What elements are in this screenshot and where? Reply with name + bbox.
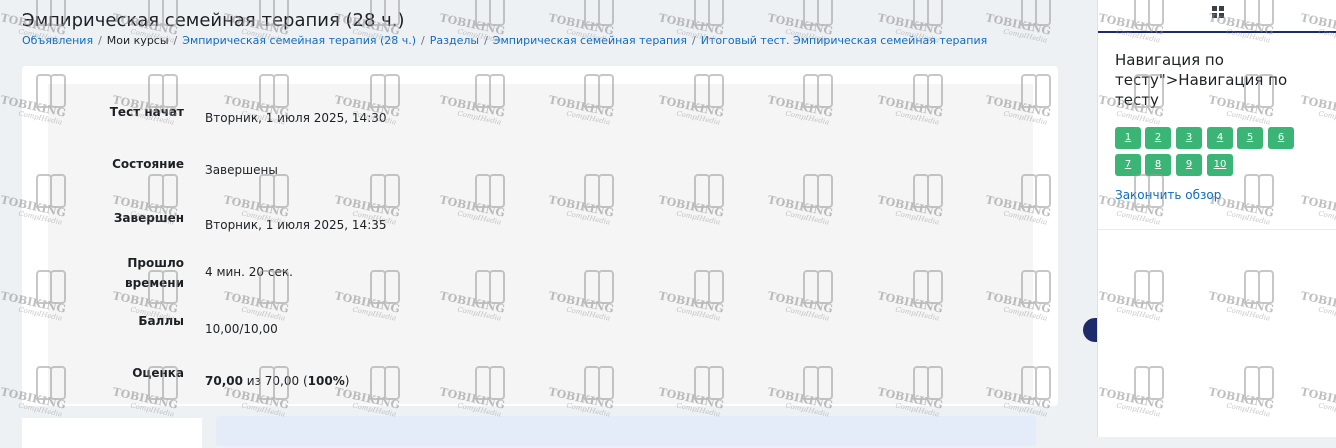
- quiz-navigation-title: Навигация по тесту">Навигация по тесту: [1115, 51, 1288, 109]
- question-button-4[interactable]: 4: [1207, 127, 1233, 149]
- quiz-navigation-drawer: Навигация по тесту">Навигация по тесту 1…: [1097, 0, 1336, 437]
- grade-percent: 100%: [307, 374, 345, 388]
- lower-left-panel: [22, 418, 202, 448]
- breadcrumb-item-sections[interactable]: Разделы: [430, 34, 479, 47]
- breadcrumb-separator: /: [173, 34, 178, 47]
- watermark-brand: TOBIKING: [984, 11, 1053, 38]
- question-button-10[interactable]: 10: [1207, 154, 1233, 176]
- question-button-6[interactable]: 6: [1268, 127, 1294, 149]
- grade-value: 70,00 из 70,00 (100%): [205, 369, 349, 393]
- breadcrumb-item-announcements[interactable]: Объявления: [22, 34, 93, 47]
- drawer-header: [1098, 0, 1336, 33]
- question-button-1[interactable]: 1: [1115, 127, 1141, 149]
- summary-row-started: Тест начат Вторник, 1 июля 2025, 14:30: [48, 100, 1033, 152]
- grade-of: из 70,00 (: [242, 374, 308, 388]
- summary-row-state: Состояние Завершены: [48, 152, 1033, 204]
- grade-label: Оценка: [132, 366, 184, 380]
- breadcrumb-separator: /: [692, 34, 696, 47]
- marks-label: Баллы: [138, 314, 184, 328]
- page-title: Эмпирическая семейная терапия (28 ч.): [22, 10, 405, 31]
- watermark-tile: TOBIKING CompIHedia: [984, 0, 1052, 45]
- completed-label: Завершен: [113, 211, 184, 225]
- question-button-7[interactable]: 7: [1115, 154, 1141, 176]
- time-taken-value: 4 мин. 20 сек.: [205, 265, 293, 279]
- summary-row-marks: Баллы 10,00/10,00: [48, 312, 1033, 364]
- breadcrumb-item-my-courses: Мои курсы: [106, 34, 169, 47]
- watermark-cups-icon: [692, 0, 724, 26]
- question-button-5[interactable]: 5: [1237, 127, 1263, 149]
- breadcrumb-separator: /: [98, 34, 102, 47]
- breadcrumb: Объявления / Мои курсы / Эмпирическая семейн…: [22, 34, 987, 47]
- blocks-grid-icon[interactable]: [1212, 6, 1224, 18]
- finish-review-link[interactable]: Закончить обзор: [1115, 188, 1221, 202]
- watermark-tile: TOBIKING CompIHedia: [766, 0, 834, 45]
- watermark-cups-icon: [911, 0, 943, 26]
- summary-row-completed: Завершен Вторник, 1 июля 2025, 14:35: [48, 204, 1033, 256]
- drawer-divider: [1098, 229, 1336, 230]
- breadcrumb-item-quiz[interactable]: Итоговый тест. Эмпирическая семейная тер…: [701, 34, 988, 47]
- marks-value: 10,00/10,00: [205, 322, 278, 336]
- breadcrumb-item-course[interactable]: Эмпирическая семейная терапия (28 ч.): [182, 34, 416, 47]
- watermark-cups-icon: [473, 0, 505, 26]
- watermark-tile: TOBIKING CompIHedia: [657, 0, 725, 45]
- grade-score: 70,00: [205, 374, 243, 388]
- attempt-summary-table: Тест начат Вторник, 1 июля 2025, 14:30 С…: [48, 84, 1033, 404]
- breadcrumb-separator: /: [421, 34, 425, 47]
- state-value: Завершены: [205, 163, 278, 177]
- quiz-summary-card: Тест начат Вторник, 1 июля 2025, 14:30 С…: [22, 66, 1058, 406]
- question-button-3[interactable]: 3: [1176, 127, 1202, 149]
- watermark-cups-icon: [801, 0, 833, 26]
- summary-row-grade: Оценка 70,00 из 70,00 (100%): [48, 364, 1033, 416]
- started-label: Тест начат: [109, 105, 184, 119]
- question-button-8[interactable]: 8: [1145, 154, 1171, 176]
- summary-row-time-taken: Прошло времени 4 мин. 20 сек.: [48, 256, 1033, 308]
- question-button-9[interactable]: 9: [1176, 154, 1202, 176]
- review-notice-box: [216, 416, 1036, 446]
- grade-close: ): [344, 374, 350, 388]
- drawer-toggle-handle[interactable]: [1083, 318, 1097, 342]
- state-label: Состояние: [112, 157, 184, 171]
- time-taken-label-line2: времени: [125, 276, 184, 290]
- watermark-tile: TOBIKING CompIHedia: [438, 0, 506, 45]
- watermark-cups-icon: [582, 0, 614, 26]
- watermark-tile: TOBIKING CompIHedia: [876, 0, 944, 45]
- watermark-tagline: CompIHedia: [1002, 27, 1048, 45]
- watermark-tile: TOBIKING CompIHedia: [547, 0, 615, 45]
- started-value: Вторник, 1 июля 2025, 14:30: [205, 111, 387, 125]
- breadcrumb-item-section[interactable]: Эмпирическая семейная терапия: [493, 34, 687, 47]
- question-button-2[interactable]: 2: [1145, 127, 1171, 149]
- watermark-cups-icon: [1019, 0, 1051, 26]
- page-header: Эмпирическая семейная терапия (28 ч.): [22, 10, 405, 32]
- breadcrumb-separator: /: [484, 34, 488, 47]
- completed-value: Вторник, 1 июля 2025, 14:35: [205, 218, 387, 232]
